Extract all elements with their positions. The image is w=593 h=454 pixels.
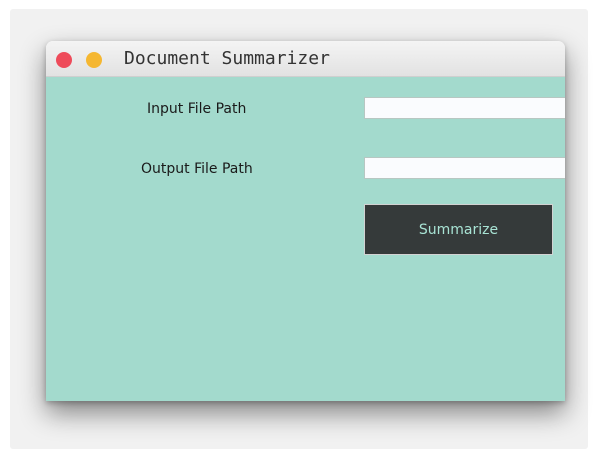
close-icon[interactable]: [56, 52, 72, 68]
input-file-path-label: Input File Path: [147, 101, 247, 117]
summarize-button[interactable]: Summarize: [364, 204, 553, 255]
input-file-path-field[interactable]: [364, 97, 565, 119]
output-file-path-field[interactable]: [364, 157, 565, 179]
window-title: Document Summarizer: [124, 48, 330, 69]
minimize-icon[interactable]: [86, 52, 102, 68]
title-bar[interactable]: Document Summarizer: [46, 41, 565, 77]
form-panel: Input File Path Output File Path Summari…: [46, 77, 565, 401]
app-window: Document Summarizer Input File Path Outp…: [46, 41, 565, 401]
output-file-path-label: Output File Path: [141, 161, 253, 177]
